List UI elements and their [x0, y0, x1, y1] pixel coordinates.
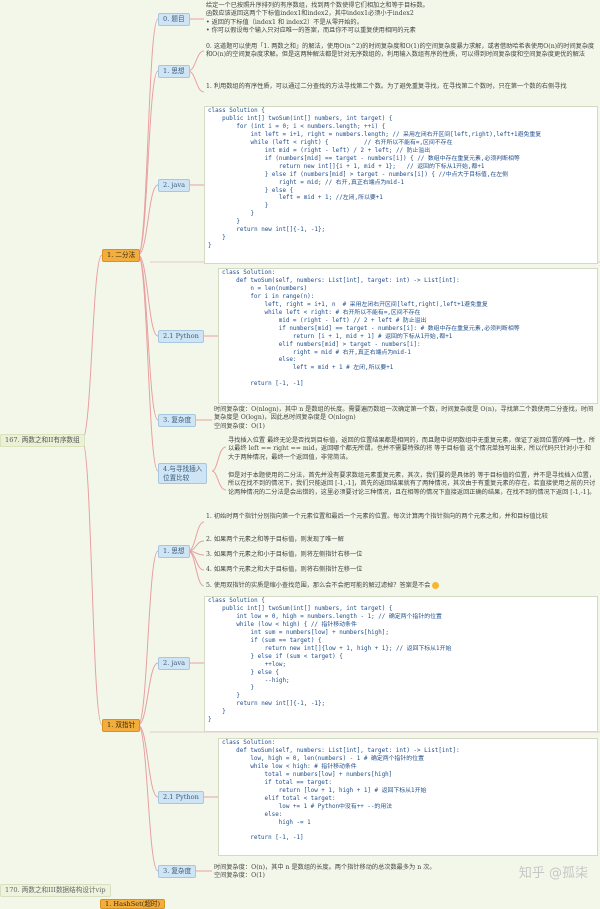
- python-code-1: class Solution: def twoSum(self, numbers…: [222, 270, 520, 388]
- node-idea-2[interactable]: 1. 思想: [158, 545, 190, 558]
- node-complexity-1[interactable]: 3. 复杂度: [158, 414, 197, 427]
- node-complexity-2[interactable]: 3. 复杂度: [158, 865, 197, 878]
- java-code-1: class Solution { public int[] twoSum(int…: [208, 108, 542, 250]
- idea2-step4: 4. 如果两个元素之和大于目标值，则将右侧指针左移一位: [206, 566, 363, 573]
- compare-p2: 但是对于本题使用的二分法，首先并没有要求数组元素重复元素，其次，我们要的是具体的…: [228, 472, 596, 496]
- complexity-1-text: 时间复杂度：O(nlogn)，其中 n 是数组的长度。需要遍历数组一次确定第一个…: [214, 406, 596, 431]
- compare-label-line2: 位置比较: [163, 473, 190, 482]
- idea-p0: 0. 这道题可以使用「1. 两数之和」的解法，使用O(n^2)的时间复杂度和O(…: [206, 43, 595, 59]
- watermark: 知乎 @孤柒: [518, 866, 588, 881]
- question-bullet1-text: 返回的下标值（index1 和 index2）不是从零开始的。: [211, 18, 363, 26]
- node-java-2[interactable]: 2. java: [158, 657, 191, 670]
- idea2-step5: 5. 使用双指针的实质是缩小查找范围，那么会不会把可能的解过滤掉？答案是不会: [206, 582, 596, 590]
- node-170[interactable]: 170. 两数之和III数据结构设计vip: [0, 884, 111, 897]
- node-python-2[interactable]: 2.1 Python: [158, 791, 204, 804]
- question-bullet1: • 返回的下标值（index1 和 index2）不是从零开始的。: [206, 18, 363, 26]
- node-compare-insert[interactable]: 4.与寻找插入 位置比较: [158, 463, 208, 484]
- java-code-2: class Solution { public int[] twoSum(int…: [208, 598, 452, 724]
- idea2-step3: 3. 如果两个元素之和小于目标值，则将左侧指针右移一位: [206, 551, 363, 558]
- thinking-emoji-icon: [432, 582, 440, 589]
- idea2-step1: 1. 初始时两个指针分别指向第一个元素位置和最后一个元素的位置。每次计算两个指针…: [206, 513, 548, 520]
- python-code-2: class Solution: def twoSum(self, numbers…: [222, 740, 460, 842]
- node-idea-1[interactable]: 1. 思想: [158, 65, 190, 78]
- question-bullet2: • 你可以假设每个输入只对应唯一的答案，而且你不可以重复使用相同的元素: [206, 26, 416, 34]
- complexity-2-space: 空间复杂度：O(1): [214, 872, 265, 880]
- branch-binary-search[interactable]: 1. 二分法: [102, 249, 141, 262]
- question-text: 给定一个已按照升序排列的有序数组，找到两个数使得它们相加之和等于目标数。 函数应…: [206, 2, 596, 35]
- branch-two-pointers[interactable]: 1. 双指针: [102, 719, 141, 732]
- idea2-step5-text: 5. 使用双指针的实质是缩小查找范围，那么会不会把可能的解过滤掉？答案是不会: [206, 582, 431, 589]
- complexity-1-space: 空间复杂度：O(1): [214, 422, 265, 430]
- complexity-2-text: 时间复杂度：O(n)，其中 n 是数组的长度。两个指针移动的总次数最多为 n 次…: [214, 864, 514, 881]
- idea-p1: 1. 利用数组的有序性质，可以通过二分查找的方法寻找第二个数。为了避免重复寻找，…: [206, 83, 567, 90]
- mindmap-canvas: 167. 两数之和II有序数组 1. 二分法 1. 双指针 0. 题目 1. 思…: [0, 0, 600, 909]
- compare-label-line1: 4.与寻找插入: [163, 465, 203, 473]
- node-hashset[interactable]: 1. HashSet(超时): [100, 899, 166, 909]
- question-line2: 函数应该返回这两个下标值index1和index2，其中index1必须小于in…: [206, 10, 414, 18]
- node-java-1[interactable]: 2. java: [158, 179, 191, 192]
- compare-p1: 寻找插入位置 最终无论是否找到目标值，返回的位置结果都是相同的，而且题中说明数组…: [228, 437, 596, 461]
- node-python-1[interactable]: 2.1 Python: [158, 330, 204, 343]
- complexity-1-time: 时间复杂度：O(nlogn)，其中 n 是数组的长度。需要遍历数组一次确定第一个…: [214, 406, 594, 422]
- idea2-step2: 2. 如果两个元素之和等于目标值，则发现了唯一解: [206, 536, 344, 543]
- root-node[interactable]: 167. 两数之和II有序数组: [0, 434, 85, 447]
- node-question[interactable]: 0. 题目: [158, 13, 190, 26]
- question-bullet2-text: 你可以假设每个输入只对应唯一的答案，而且你不可以重复使用相同的元素: [211, 26, 416, 34]
